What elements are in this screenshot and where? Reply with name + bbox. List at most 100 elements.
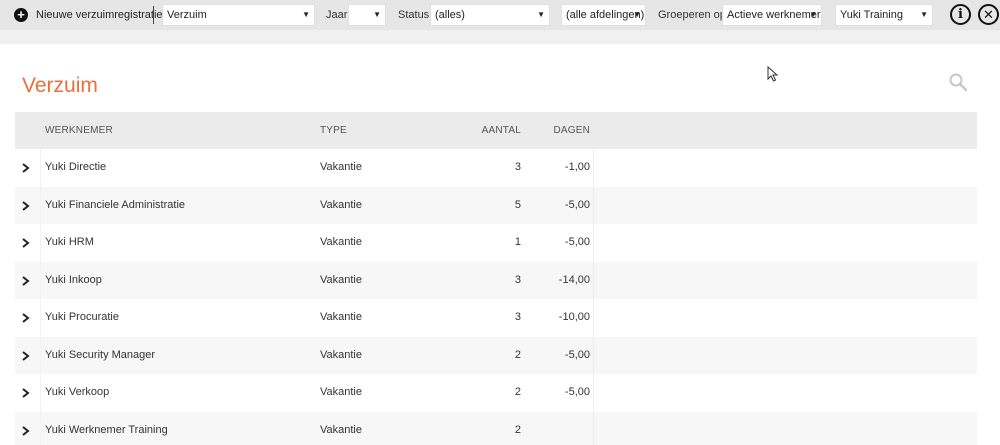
table-row[interactable]: Yuki Procuratie Vakantie 3 -10,00 <box>15 299 977 337</box>
chevron-down-icon: ▼ <box>920 10 928 19</box>
column-divider <box>40 186 41 224</box>
count-cell: 2 <box>514 423 521 436</box>
table-header: WERKNEMER TYPE AANTAL DAGEN <box>15 112 977 149</box>
column-divider <box>40 299 41 337</box>
type-cell: Vakantie <box>320 273 362 286</box>
column-divider <box>593 411 594 445</box>
expand-arrow-icon[interactable] <box>22 238 30 248</box>
expand-arrow-icon[interactable] <box>22 200 30 211</box>
count-cell: 1 <box>514 236 521 248</box>
count-cell: 2 <box>514 348 521 361</box>
days-cell: -5,00 <box>564 386 590 398</box>
column-divider <box>40 336 41 374</box>
department-select[interactable]: (alle afdelingen) ▼ <box>561 4 646 26</box>
chevron-down-icon: ▼ <box>537 10 545 19</box>
table-body: Yuki Directie Vakantie 3 -1,00 Yuki Fina… <box>15 149 977 445</box>
company-select-value: Yuki Training <box>840 9 903 21</box>
days-cell: -5,00 <box>564 236 590 248</box>
main-panel: Verzuim WERKNEMER TYPE AANTAL DAGEN Yuki… <box>0 44 1000 445</box>
column-divider <box>593 336 594 374</box>
mouse-cursor-icon <box>767 66 779 82</box>
expand-arrow-icon[interactable] <box>22 388 30 398</box>
employee-cell: Yuki Financiele Administratie <box>45 198 186 211</box>
column-header-count[interactable]: AANTAL <box>455 112 521 149</box>
group-select[interactable]: Actieve werknemers ▼ <box>722 4 822 26</box>
table-row[interactable]: Yuki Inkoop Vakantie 3 -14,00 <box>15 261 977 299</box>
column-divider <box>593 186 594 224</box>
column-divider <box>40 374 41 412</box>
chevron-down-icon: ▼ <box>633 10 641 19</box>
table-row[interactable]: Yuki Verkoop Vakantie 2 -5,00 <box>15 374 977 412</box>
days-cell: -1,00 <box>564 161 590 173</box>
type-select[interactable]: Verzuim ▼ <box>162 4 315 26</box>
new-absence-button[interactable]: + Nieuwe verzuimregistratie <box>14 0 163 30</box>
count-cell: 3 <box>514 273 521 286</box>
count-cell: 3 <box>514 161 521 173</box>
year-label: Jaar: <box>326 9 351 21</box>
status-label: Status: <box>398 9 433 21</box>
employee-cell: Yuki Inkoop <box>45 273 102 286</box>
column-divider <box>593 224 594 262</box>
table-row[interactable]: Yuki HRM Vakantie 1 -5,00 <box>15 224 977 262</box>
absence-table: WERKNEMER TYPE AANTAL DAGEN Yuki Directi… <box>15 112 977 445</box>
column-divider <box>593 149 594 187</box>
toolbar-separator <box>153 6 154 24</box>
column-divider <box>40 411 41 445</box>
table-row[interactable]: Yuki Financiele Administratie Vakantie 5… <box>15 186 977 224</box>
days-cell: -5,00 <box>564 348 590 361</box>
employee-cell: Yuki Procuratie <box>45 311 119 323</box>
expand-arrow-icon[interactable] <box>22 163 30 173</box>
type-cell: Vakantie <box>320 161 362 173</box>
expand-arrow-icon[interactable] <box>22 313 30 323</box>
count-cell: 3 <box>514 311 521 323</box>
column-divider <box>40 224 41 262</box>
close-icon[interactable]: ✕ <box>978 4 999 25</box>
expand-arrow-icon[interactable] <box>22 350 30 361</box>
expand-arrow-icon[interactable] <box>22 425 30 436</box>
column-header-employee[interactable]: WERKNEMER <box>45 112 113 149</box>
table-row[interactable]: Yuki Directie Vakantie 3 -1,00 <box>15 149 977 187</box>
column-divider <box>593 374 594 412</box>
type-cell: Vakantie <box>320 311 362 323</box>
days-cell: -10,00 <box>558 311 590 323</box>
employee-cell: Yuki Directie <box>45 161 107 173</box>
column-divider <box>40 261 41 299</box>
column-divider <box>40 149 41 187</box>
page-title: Verzuim <box>22 74 98 97</box>
employee-cell: Yuki Werknemer Training <box>45 423 168 436</box>
info-icon[interactable]: i <box>950 4 971 25</box>
company-select[interactable]: Yuki Training ▼ <box>835 4 933 26</box>
group-label: Groeperen op: <box>658 9 729 21</box>
count-cell: 5 <box>514 198 521 211</box>
status-select[interactable]: (alles) ▼ <box>430 4 550 26</box>
type-cell: Vakantie <box>320 423 362 436</box>
new-absence-label: Nieuwe verzuimregistratie <box>36 9 163 21</box>
expand-arrow-icon[interactable] <box>22 275 30 286</box>
table-row[interactable]: Yuki Security Manager Vakantie 2 -5,00 <box>15 336 977 374</box>
chevron-down-icon: ▼ <box>809 10 817 19</box>
type-cell: Vakantie <box>320 348 362 361</box>
days-cell: -14,00 <box>558 273 590 286</box>
column-header-type[interactable]: TYPE <box>320 112 347 149</box>
type-cell: Vakantie <box>320 236 362 248</box>
group-select-value: Actieve werknemers <box>727 9 822 21</box>
count-cell: 2 <box>514 386 521 398</box>
days-cell <box>525 412 590 445</box>
type-cell: Vakantie <box>320 386 362 398</box>
employee-cell: Yuki Security Manager <box>45 348 156 361</box>
table-row[interactable]: Yuki Werknemer Training Vakantie 2 <box>15 411 977 445</box>
status-select-value: (alles) <box>435 9 465 21</box>
type-select-value: Verzuim <box>167 9 207 21</box>
days-cell: -5,00 <box>564 198 590 211</box>
chevron-down-icon: ▼ <box>373 10 381 19</box>
column-header-days[interactable]: DAGEN <box>525 112 590 149</box>
chevron-down-icon: ▼ <box>302 10 310 19</box>
type-cell: Vakantie <box>320 198 362 211</box>
employee-cell: Yuki Verkoop <box>45 386 110 398</box>
search-icon[interactable] <box>948 72 968 92</box>
year-select[interactable]: ▼ <box>348 4 386 26</box>
column-divider <box>593 261 594 299</box>
column-divider <box>593 299 594 337</box>
plus-icon: + <box>14 8 28 22</box>
toolbar: + Nieuwe verzuimregistratie Verzuim ▼ Ja… <box>0 0 1000 30</box>
